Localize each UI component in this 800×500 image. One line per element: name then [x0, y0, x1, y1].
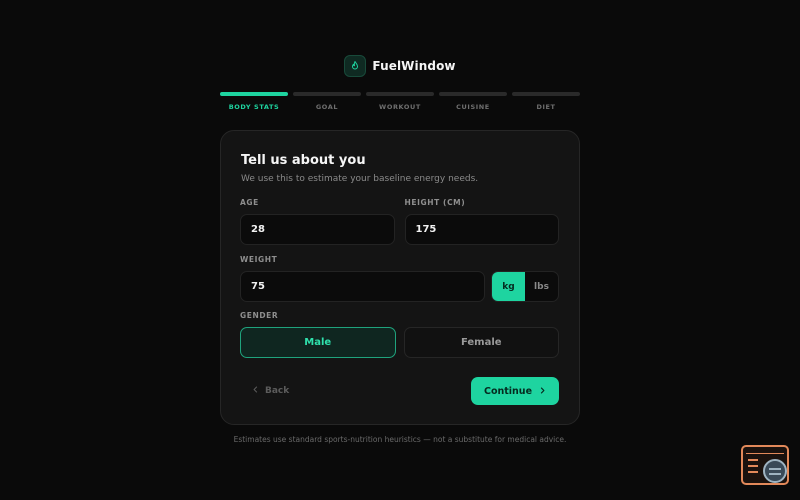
- gender-label: GENDER: [240, 311, 279, 320]
- unit-lbs-button[interactable]: lbs: [525, 272, 558, 301]
- step-diet: DIET: [512, 92, 580, 111]
- step-label: DIET: [536, 103, 556, 111]
- widget-search-icon: [763, 459, 787, 483]
- widget-lines: [748, 459, 758, 477]
- height-input[interactable]: 175: [404, 214, 559, 245]
- unit-kg-button[interactable]: kg: [492, 272, 525, 301]
- step-goal: GOAL: [293, 92, 361, 111]
- weight-label: WEIGHT: [240, 255, 278, 264]
- weight-input[interactable]: 75: [240, 271, 485, 302]
- widget-titlebar: [746, 450, 784, 454]
- step-bar: [366, 92, 434, 96]
- step-label: GOAL: [315, 103, 339, 111]
- continue-label: Continue: [483, 385, 533, 397]
- brand-name: FuelWindow: [372, 59, 456, 73]
- form-actions: Back Continue: [240, 377, 559, 405]
- gender-male-button[interactable]: Male: [240, 327, 396, 358]
- age-height-row: AGE 28 HEIGHT (CM) 175: [240, 198, 559, 245]
- continue-button[interactable]: Continue: [471, 377, 559, 405]
- step-bar: [439, 92, 507, 96]
- age-input[interactable]: 28: [240, 214, 395, 245]
- height-label: HEIGHT (CM): [404, 198, 466, 207]
- page: FuelWindow BODY STATS GOAL WORKOUT CUISI…: [0, 0, 800, 500]
- weight-value: 75: [251, 281, 265, 292]
- back-button[interactable]: Back: [240, 377, 289, 405]
- step-bar: [220, 92, 288, 96]
- height-value: 175: [415, 224, 437, 235]
- gender-options: Male Female: [240, 327, 559, 358]
- step-workout: WORKOUT: [366, 92, 434, 111]
- weight-group: WEIGHT 75 kg lbs: [240, 255, 559, 302]
- height-group: HEIGHT (CM) 175: [404, 198, 559, 245]
- age-value: 28: [251, 224, 265, 235]
- step-bar: [293, 92, 361, 96]
- step-label: CUISINE: [456, 103, 490, 111]
- gender-female-button[interactable]: Female: [403, 327, 559, 358]
- step-body-stats: BODY STATS: [220, 92, 288, 111]
- chevron-right-icon: [539, 386, 546, 397]
- disclaimer-text: Estimates use standard sports-nutrition …: [233, 435, 567, 444]
- assistant-widget-icon[interactable]: [741, 445, 789, 485]
- age-label: AGE: [240, 198, 259, 207]
- back-label: Back: [265, 386, 290, 396]
- gender-group: GENDER Male Female: [240, 311, 559, 358]
- brand-header: FuelWindow: [0, 55, 800, 77]
- flame-icon: [344, 55, 367, 77]
- step-bar: [512, 92, 580, 96]
- step-label: WORKOUT: [379, 103, 421, 111]
- chevron-left-icon: [252, 386, 259, 396]
- age-group: AGE 28: [240, 198, 395, 245]
- card-subtitle: We use this to estimate your baseline en…: [241, 174, 479, 184]
- card-title: Tell us about you: [241, 153, 366, 168]
- progress-stepper: BODY STATS GOAL WORKOUT CUISINE DIET: [220, 92, 580, 111]
- unit-toggle: kg lbs: [491, 271, 559, 302]
- step-cuisine: CUISINE: [439, 92, 507, 111]
- step-label: BODY STATS: [228, 103, 280, 111]
- weight-line: 75 kg lbs: [240, 271, 559, 302]
